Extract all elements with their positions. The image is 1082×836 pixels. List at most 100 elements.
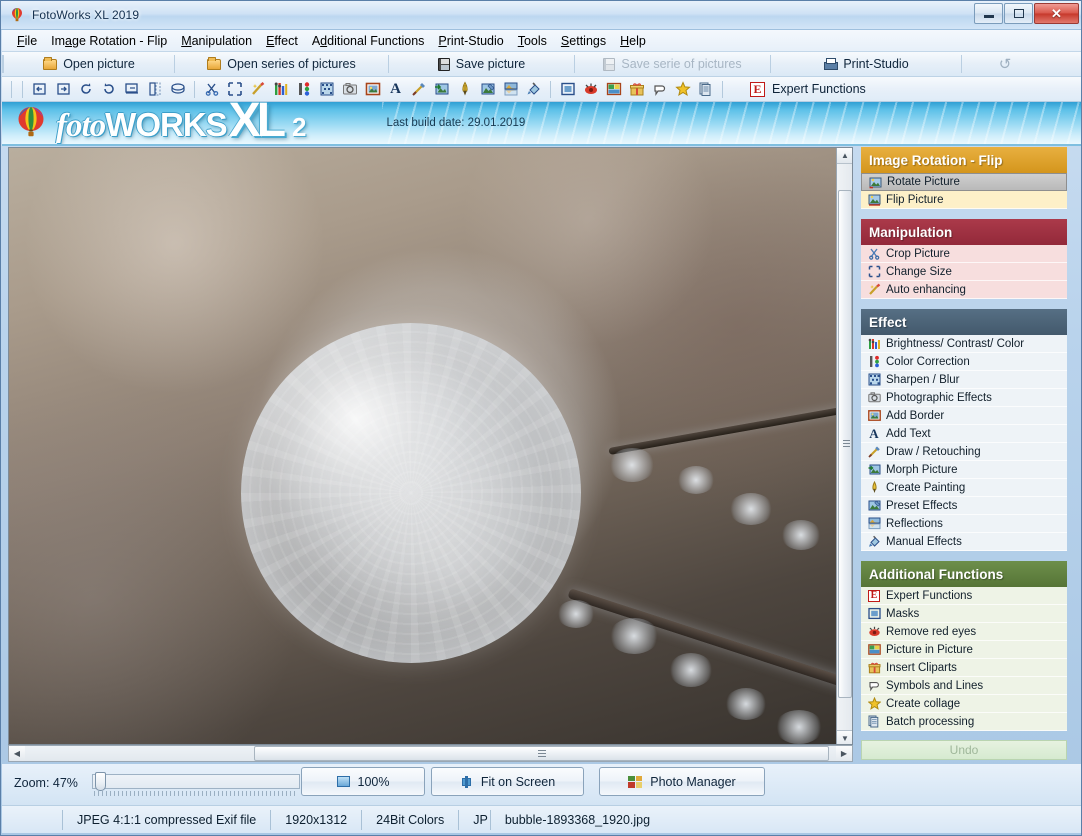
zoom-100-button[interactable]: 100% (301, 767, 425, 796)
toolbar-separator (11, 81, 12, 98)
sidebar-item-auto-enhancing[interactable]: Auto enhancing (861, 281, 1067, 299)
sidebar-item-remove-red-eyes[interactable]: Remove red eyes (861, 623, 1067, 641)
flip-horizontal-icon[interactable] (143, 79, 166, 100)
sidebar-item-reflections[interactable]: Reflections (861, 515, 1067, 533)
sidebar-gap (861, 551, 1067, 561)
menu-effect[interactable]: Effect (259, 32, 305, 50)
menu-print-studio[interactable]: Print-Studio (431, 32, 510, 50)
sidebar-item-label: Create Painting (886, 482, 965, 494)
scroll-up-arrow-icon[interactable]: ▲ (837, 148, 853, 164)
fit-on-screen-button[interactable]: Fit on Screen (431, 767, 584, 796)
crop-scissors-icon[interactable] (200, 79, 223, 100)
sharpen-blur-icon[interactable] (315, 79, 338, 100)
horizontal-scroll-thumb[interactable] (254, 746, 829, 761)
menu-help[interactable]: Help (613, 32, 653, 50)
symbols-and-lines-icon[interactable] (648, 79, 671, 100)
reflections-icon[interactable] (499, 79, 522, 100)
photo-manager-label: Photo Manager (650, 775, 735, 789)
scroll-down-arrow-icon[interactable]: ▼ (837, 730, 853, 745)
sidebar-item-add-text[interactable]: A Add Text (861, 425, 1067, 443)
zoom-slider-track[interactable] (92, 774, 300, 789)
sidebar-item-picture-in-picture[interactable]: Picture in Picture (861, 641, 1067, 659)
expert-functions-button[interactable]: E Expert Functions (750, 82, 866, 97)
canvas-horizontal-scrollbar[interactable]: ◀ ▶ (8, 745, 853, 762)
sidebar-item-flip-picture[interactable]: Flip Picture (861, 191, 1067, 209)
sidebar-item-draw-retouching[interactable]: Draw / Retouching (861, 443, 1067, 461)
insert-cliparts-icon[interactable] (625, 79, 648, 100)
undo-arrow-icon: ↺ (999, 55, 1012, 73)
menu-manipulation[interactable]: Manipulation (174, 32, 259, 50)
rotate-cw-icon[interactable] (74, 79, 97, 100)
auto-enhance-wand-icon[interactable] (246, 79, 269, 100)
scroll-right-arrow-icon[interactable]: ▶ (836, 746, 852, 761)
sidebar-item-symbols-and-lines[interactable]: Symbols and Lines (861, 677, 1067, 695)
manual-effects-icon[interactable] (522, 79, 545, 100)
draw-retouching-icon[interactable] (407, 79, 430, 100)
sidebar-item-manual-effects[interactable]: Manual Effects (861, 533, 1067, 551)
menu-tools[interactable]: Tools (511, 32, 554, 50)
sharpen-blur-icon (867, 373, 881, 387)
sidebar-item-label: Manual Effects (886, 536, 962, 548)
zoom-level-label: Zoom: 47% (14, 776, 78, 790)
sidebar-item-change-size[interactable]: Change Size (861, 263, 1067, 281)
preset-effects-icon[interactable] (476, 79, 499, 100)
sidebar-item-create-painting[interactable]: Create Painting (861, 479, 1067, 497)
close-button[interactable]: ✕ (1034, 3, 1079, 24)
flip-vertical-icon[interactable] (120, 79, 143, 100)
create-painting-icon[interactable] (453, 79, 476, 100)
flip-picture-icon (867, 193, 881, 207)
sidebar-item-color-correction[interactable]: Color Correction (861, 353, 1067, 371)
sidebar-item-morph-picture[interactable]: Morph Picture (861, 461, 1067, 479)
menu-settings[interactable]: Settings (554, 32, 613, 50)
rotate-right-icon[interactable] (51, 79, 74, 100)
scroll-left-arrow-icon[interactable]: ◀ (9, 746, 25, 761)
zoom-slider[interactable] (92, 774, 300, 796)
sidebar-item-sharpen-blur[interactable]: Sharpen / Blur (861, 371, 1067, 389)
rotate-ccw-icon[interactable] (97, 79, 120, 100)
sidebar-item-insert-cliparts[interactable]: Insert Cliparts (861, 659, 1067, 677)
sidebar-item-preset-effects[interactable]: Preset Effects (861, 497, 1067, 515)
canvas-vertical-scrollbar[interactable]: ▲ ▼ (836, 148, 852, 745)
add-border-icon[interactable] (361, 79, 384, 100)
create-collage-star-icon[interactable] (671, 79, 694, 100)
sidebar-item-create-collage[interactable]: Create collage (861, 695, 1067, 713)
sidebar-item-add-border[interactable]: Add Border (861, 407, 1067, 425)
photographic-effects-icon[interactable] (338, 79, 361, 100)
sidebar-item-batch-processing[interactable]: Batch processing (861, 713, 1067, 731)
rotate-left-icon[interactable] (28, 79, 51, 100)
brightness-contrast-icon[interactable] (269, 79, 292, 100)
morph-picture-icon[interactable] (430, 79, 453, 100)
masks-icon[interactable] (556, 79, 579, 100)
sidebar-item-brightness-contrast-color[interactable]: Brightness/ Contrast/ Color (861, 335, 1067, 353)
print-studio-button[interactable]: Print-Studio (771, 52, 961, 76)
color-correction-icon[interactable] (292, 79, 315, 100)
batch-processing-icon[interactable] (694, 79, 717, 100)
undo-toolbar-button[interactable]: ↺ (962, 52, 1048, 76)
menu-file[interactable]: File (10, 32, 44, 50)
open-series-button[interactable]: Open series of pictures (175, 52, 388, 76)
sidebar-item-photographic-effects[interactable]: Photographic Effects (861, 389, 1067, 407)
scroll-grip-icon (843, 440, 850, 448)
mirror-icon[interactable] (166, 79, 189, 100)
sidebar-item-crop-picture[interactable]: Crop Picture (861, 245, 1067, 263)
menu-additional-functions[interactable]: Additional Functions (305, 32, 432, 50)
vertical-scroll-thumb[interactable] (838, 190, 852, 698)
picture-in-picture-icon[interactable] (602, 79, 625, 100)
change-size-icon[interactable] (223, 79, 246, 100)
image-canvas[interactable]: ▲ ▼ (8, 147, 853, 745)
sidebar-item-expert-functions[interactable]: E Expert Functions (861, 587, 1067, 605)
open-picture-button[interactable]: Open picture (4, 52, 174, 76)
save-picture-button[interactable]: Save picture (389, 52, 574, 76)
sidebar-item-label: Masks (886, 608, 919, 620)
add-text-icon[interactable]: A (384, 79, 407, 100)
photo-soap-bubble (241, 323, 581, 663)
zoom-slider-thumb[interactable] (95, 772, 106, 791)
sidebar-item-rotate-picture[interactable]: Rotate Picture (861, 173, 1067, 191)
sidebar-item-masks[interactable]: Masks (861, 605, 1067, 623)
maximize-button[interactable] (1004, 3, 1033, 24)
remove-red-eyes-icon[interactable] (579, 79, 602, 100)
photo-manager-button[interactable]: Photo Manager (599, 767, 765, 796)
minimize-button[interactable] (974, 3, 1003, 24)
photo-frost-crystal (669, 653, 713, 687)
menu-image-rotation-flip[interactable]: Image Rotation - Flip (44, 32, 174, 50)
